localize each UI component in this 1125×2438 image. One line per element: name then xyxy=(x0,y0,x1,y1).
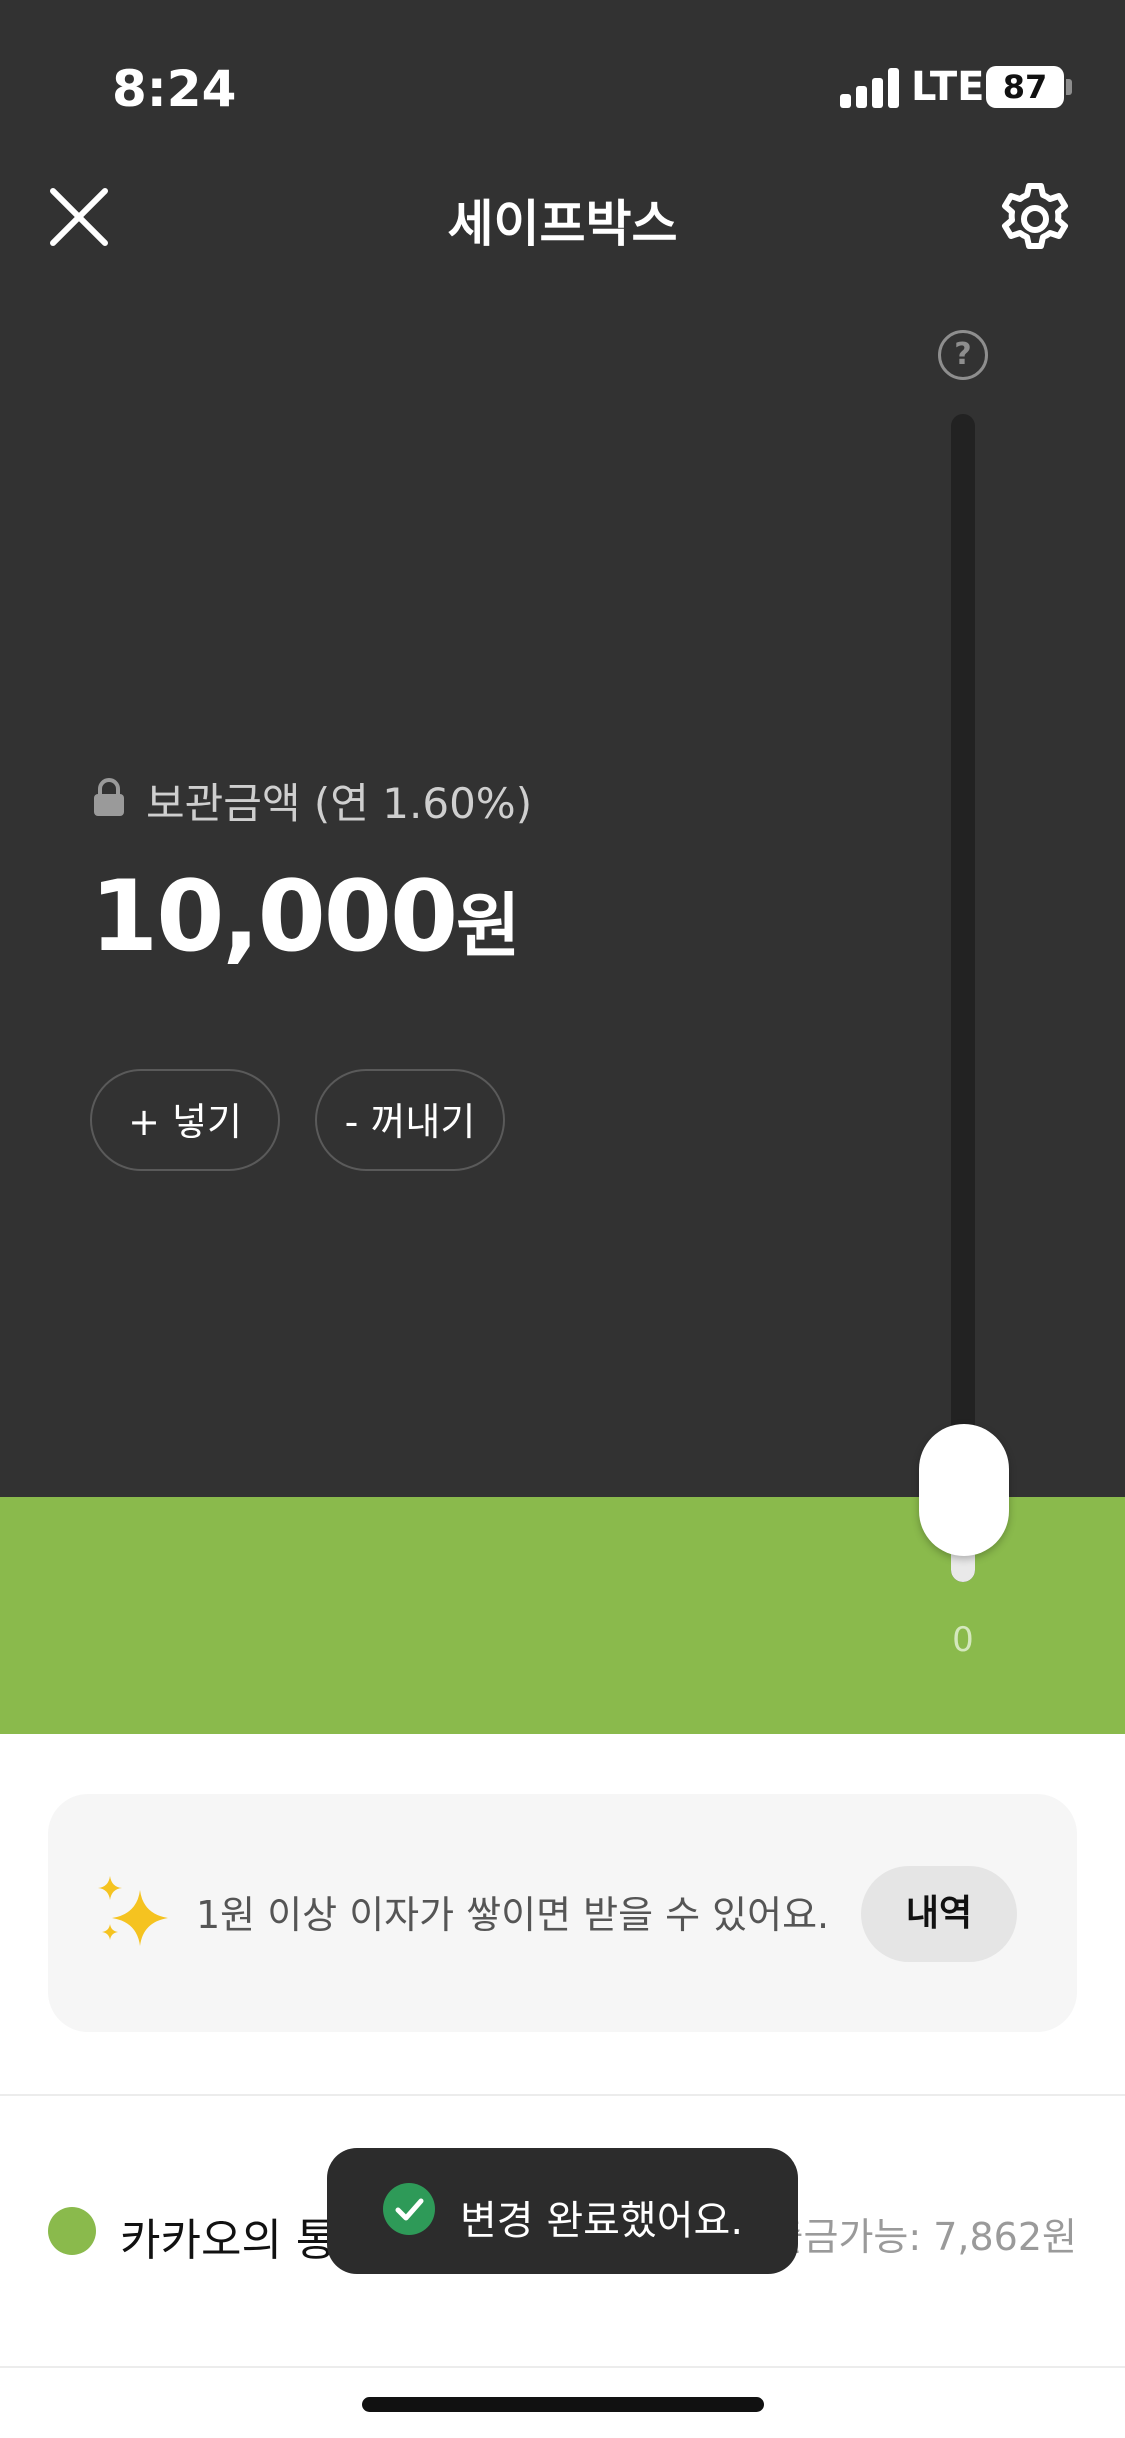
slider-value: 0 xyxy=(952,1620,974,1660)
balance-amount: 10,000원 xyxy=(90,860,521,974)
lock-icon xyxy=(94,778,124,816)
deposit-button[interactable]: + 넣기 xyxy=(90,1069,280,1171)
network-label: LTE xyxy=(911,64,985,110)
slider-track[interactable] xyxy=(951,414,975,1582)
balance-label: 보관금액 (연 1.60%) xyxy=(146,779,533,828)
account-color-dot xyxy=(48,2207,96,2255)
balance-number: 10,000 xyxy=(90,860,458,974)
home-indicator[interactable] xyxy=(362,2397,764,2412)
withdraw-button[interactable]: - 꺼내기 xyxy=(315,1069,505,1171)
settings-button[interactable] xyxy=(996,180,1074,258)
available-balance: 출금가능: 7,862원 xyxy=(768,2215,1077,2259)
balance-unit: 원 xyxy=(456,885,521,967)
help-icon[interactable]: ? xyxy=(938,330,988,380)
page-title: 세이프박스 xyxy=(447,195,678,253)
toast-message: 변경 완료했어요. xyxy=(460,2198,744,2244)
battery-icon: 87 xyxy=(986,66,1064,108)
divider xyxy=(0,2366,1125,2368)
battery-tip xyxy=(1066,79,1072,95)
interest-message: 1원 이상 이자가 쌓이면 받을 수 있어요. xyxy=(196,1893,830,1937)
slider-handle[interactable] xyxy=(919,1424,1009,1556)
divider xyxy=(0,2094,1125,2096)
gear-icon xyxy=(1002,183,1068,249)
signal-icon xyxy=(840,68,900,108)
check-circle-icon xyxy=(383,2183,435,2235)
status-time: 8:24 xyxy=(112,60,237,118)
history-button[interactable]: 내역 xyxy=(861,1866,1017,1962)
sparkle-icon xyxy=(98,1876,168,1946)
